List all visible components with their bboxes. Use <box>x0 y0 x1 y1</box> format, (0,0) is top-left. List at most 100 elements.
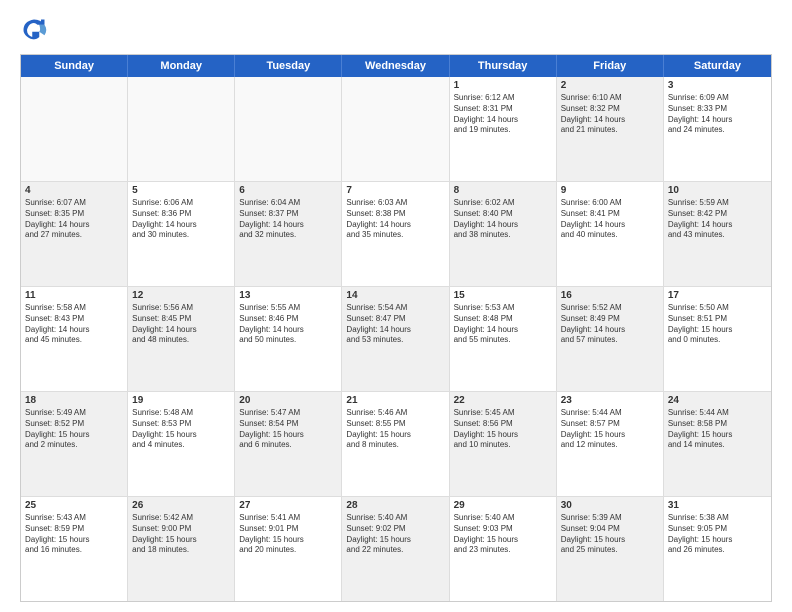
calendar-cell: 17Sunrise: 5:50 AM Sunset: 8:51 PM Dayli… <box>664 287 771 391</box>
day-number: 25 <box>25 500 123 511</box>
cell-text: Sunrise: 6:07 AM Sunset: 8:35 PM Dayligh… <box>25 198 123 241</box>
cell-text: Sunrise: 5:39 AM Sunset: 9:04 PM Dayligh… <box>561 513 659 556</box>
calendar-cell: 2 Sunrise: 6:10 AM Sunset: 8:32 PM Daylig… <box>557 77 664 181</box>
day-number: 28 <box>346 500 444 511</box>
calendar-cell: 9Sunrise: 6:00 AM Sunset: 8:41 PM Daylig… <box>557 182 664 286</box>
day-number: 14 <box>346 290 444 301</box>
day-number: 20 <box>239 395 337 406</box>
calendar-body: 1 Sunrise: 6:12 AM Sunset: 8:31 PM Daylig… <box>21 77 771 601</box>
header-day-thursday: Thursday <box>450 55 557 77</box>
day-number: 5 <box>132 185 230 196</box>
cell-text: Sunrise: 5:53 AM Sunset: 8:48 PM Dayligh… <box>454 303 552 346</box>
day-number: 12 <box>132 290 230 301</box>
cell-text: Sunrise: 5:43 AM Sunset: 8:59 PM Dayligh… <box>25 513 123 556</box>
day-number: 3 <box>668 80 767 91</box>
cell-text: Sunrise: 5:42 AM Sunset: 9:00 PM Dayligh… <box>132 513 230 556</box>
cell-text: Sunrise: 5:38 AM Sunset: 9:05 PM Dayligh… <box>668 513 767 556</box>
day-number: 1 <box>454 80 552 91</box>
cell-text: Sunrise: 6:02 AM Sunset: 8:40 PM Dayligh… <box>454 198 552 241</box>
calendar-cell: 25 Sunrise: 5:43 AM Sunset: 8:59 PM Dayli… <box>21 497 128 601</box>
calendar-cell: 3 Sunrise: 6:09 AM Sunset: 8:33 PM Daylig… <box>664 77 771 181</box>
day-number: 31 <box>668 500 767 511</box>
cell-text: Sunrise: 5:41 AM Sunset: 9:01 PM Dayligh… <box>239 513 337 556</box>
header-day-sunday: Sunday <box>21 55 128 77</box>
day-number: 19 <box>132 395 230 406</box>
day-number: 29 <box>454 500 552 511</box>
calendar-cell: 8 Sunrise: 6:02 AM Sunset: 8:40 PM Daylig… <box>450 182 557 286</box>
calendar: SundayMondayTuesdayWednesdayThursdayFrid… <box>20 54 772 602</box>
calendar-cell: 26Sunrise: 5:42 AM Sunset: 9:00 PM Dayli… <box>128 497 235 601</box>
header-day-tuesday: Tuesday <box>235 55 342 77</box>
calendar-cell: 29Sunrise: 5:40 AM Sunset: 9:03 PM Dayli… <box>450 497 557 601</box>
calendar-cell: 20 Sunrise: 5:47 AM Sunset: 8:54 PM Dayli… <box>235 392 342 496</box>
header <box>20 16 772 44</box>
calendar-cell <box>21 77 128 181</box>
cell-text: Sunrise: 5:52 AM Sunset: 8:49 PM Dayligh… <box>561 303 659 346</box>
calendar-week-2: 4 Sunrise: 6:07 AM Sunset: 8:35 PM Daylig… <box>21 182 771 287</box>
calendar-cell <box>128 77 235 181</box>
cell-text: Sunrise: 6:09 AM Sunset: 8:33 PM Dayligh… <box>668 93 767 136</box>
calendar-cell: 7 Sunrise: 6:03 AM Sunset: 8:38 PM Daylig… <box>342 182 449 286</box>
calendar-cell: 15 Sunrise: 5:53 AM Sunset: 8:48 PM Dayli… <box>450 287 557 391</box>
cell-text: Sunrise: 5:46 AM Sunset: 8:55 PM Dayligh… <box>346 408 444 451</box>
logo-icon <box>20 16 48 44</box>
logo <box>20 16 52 44</box>
calendar-cell: 27 Sunrise: 5:41 AM Sunset: 9:01 PM Dayli… <box>235 497 342 601</box>
day-number: 30 <box>561 500 659 511</box>
day-number: 24 <box>668 395 767 406</box>
calendar-cell: 23 Sunrise: 5:44 AM Sunset: 8:57 PM Dayli… <box>557 392 664 496</box>
cell-text: Sunrise: 5:59 AM Sunset: 8:42 PM Dayligh… <box>668 198 767 241</box>
cell-text: Sunrise: 6:03 AM Sunset: 8:38 PM Dayligh… <box>346 198 444 241</box>
calendar-cell: 11Sunrise: 5:58 AM Sunset: 8:43 PM Dayli… <box>21 287 128 391</box>
day-number: 23 <box>561 395 659 406</box>
cell-text: Sunrise: 6:06 AM Sunset: 8:36 PM Dayligh… <box>132 198 230 241</box>
cell-text: Sunrise: 5:58 AM Sunset: 8:43 PM Dayligh… <box>25 303 123 346</box>
calendar-cell: 19Sunrise: 5:48 AM Sunset: 8:53 PM Dayli… <box>128 392 235 496</box>
cell-text: Sunrise: 5:45 AM Sunset: 8:56 PM Dayligh… <box>454 408 552 451</box>
calendar-cell: 13 Sunrise: 5:55 AM Sunset: 8:46 PM Dayli… <box>235 287 342 391</box>
calendar-cell: 4 Sunrise: 6:07 AM Sunset: 8:35 PM Daylig… <box>21 182 128 286</box>
header-day-saturday: Saturday <box>664 55 771 77</box>
calendar-cell <box>235 77 342 181</box>
page: SundayMondayTuesdayWednesdayThursdayFrid… <box>0 0 792 612</box>
calendar-week-4: 18 Sunrise: 5:49 AM Sunset: 8:52 PM Dayli… <box>21 392 771 497</box>
day-number: 27 <box>239 500 337 511</box>
day-number: 13 <box>239 290 337 301</box>
cell-text: Sunrise: 5:49 AM Sunset: 8:52 PM Dayligh… <box>25 408 123 451</box>
calendar-week-3: 11Sunrise: 5:58 AM Sunset: 8:43 PM Dayli… <box>21 287 771 392</box>
cell-text: Sunrise: 5:50 AM Sunset: 8:51 PM Dayligh… <box>668 303 767 346</box>
calendar-cell: 5 Sunrise: 6:06 AM Sunset: 8:36 PM Daylig… <box>128 182 235 286</box>
day-number: 21 <box>346 395 444 406</box>
day-number: 9 <box>561 185 659 196</box>
calendar-cell <box>342 77 449 181</box>
calendar-cell: 22Sunrise: 5:45 AM Sunset: 8:56 PM Dayli… <box>450 392 557 496</box>
day-number: 2 <box>561 80 659 91</box>
cell-text: Sunrise: 5:47 AM Sunset: 8:54 PM Dayligh… <box>239 408 337 451</box>
calendar-cell: 31 Sunrise: 5:38 AM Sunset: 9:05 PM Dayli… <box>664 497 771 601</box>
day-number: 15 <box>454 290 552 301</box>
calendar-cell: 14 Sunrise: 5:54 AM Sunset: 8:47 PM Dayli… <box>342 287 449 391</box>
cell-text: Sunrise: 6:12 AM Sunset: 8:31 PM Dayligh… <box>454 93 552 136</box>
calendar-header: SundayMondayTuesdayWednesdayThursdayFrid… <box>21 55 771 77</box>
header-day-friday: Friday <box>557 55 664 77</box>
day-number: 6 <box>239 185 337 196</box>
header-day-wednesday: Wednesday <box>342 55 449 77</box>
calendar-cell: 6 Sunrise: 6:04 AM Sunset: 8:37 PM Daylig… <box>235 182 342 286</box>
cell-text: Sunrise: 5:44 AM Sunset: 8:57 PM Dayligh… <box>561 408 659 451</box>
calendar-cell: 12 Sunrise: 5:56 AM Sunset: 8:45 PM Dayli… <box>128 287 235 391</box>
day-number: 7 <box>346 185 444 196</box>
cell-text: Sunrise: 6:10 AM Sunset: 8:32 PM Dayligh… <box>561 93 659 136</box>
header-day-monday: Monday <box>128 55 235 77</box>
day-number: 18 <box>25 395 123 406</box>
cell-text: Sunrise: 5:55 AM Sunset: 8:46 PM Dayligh… <box>239 303 337 346</box>
day-number: 4 <box>25 185 123 196</box>
day-number: 8 <box>454 185 552 196</box>
cell-text: Sunrise: 5:54 AM Sunset: 8:47 PM Dayligh… <box>346 303 444 346</box>
calendar-cell: 10 Sunrise: 5:59 AM Sunset: 8:42 PM Dayli… <box>664 182 771 286</box>
cell-text: Sunrise: 5:40 AM Sunset: 9:02 PM Dayligh… <box>346 513 444 556</box>
cell-text: Sunrise: 6:04 AM Sunset: 8:37 PM Dayligh… <box>239 198 337 241</box>
calendar-cell: 21 Sunrise: 5:46 AM Sunset: 8:55 PM Dayli… <box>342 392 449 496</box>
day-number: 10 <box>668 185 767 196</box>
calendar-cell: 28 Sunrise: 5:40 AM Sunset: 9:02 PM Dayli… <box>342 497 449 601</box>
cell-text: Sunrise: 5:56 AM Sunset: 8:45 PM Dayligh… <box>132 303 230 346</box>
